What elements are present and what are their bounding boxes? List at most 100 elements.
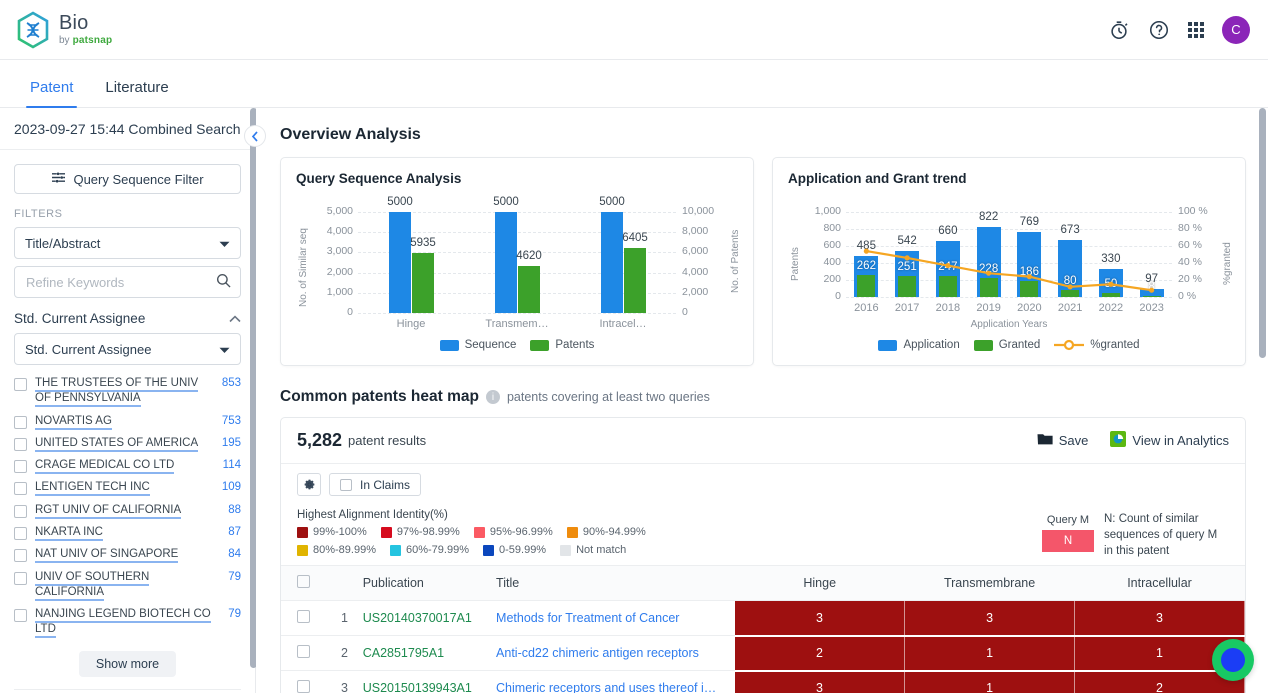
assignee-facet-item[interactable]: LENTIGEN TECH INC 109: [14, 476, 241, 498]
column-publication[interactable]: Publication: [362, 565, 497, 602]
bar-patents[interactable]: [518, 266, 540, 313]
assignee-name[interactable]: RGT UNIV OF CALIFORNIA: [35, 503, 220, 519]
row-title[interactable]: Anti-cd22 chimeric antigen receptors: [496, 635, 735, 672]
legend-item[interactable]: Patents: [530, 339, 594, 351]
heatmap-cell[interactable]: 3: [734, 670, 906, 693]
bar-sequence[interactable]: [601, 212, 623, 313]
assignee-facet-item[interactable]: NKARTA INC 87: [14, 521, 241, 543]
assignee-name[interactable]: CRAGE MEDICAL CO LTD: [35, 458, 215, 475]
assignee-checkbox[interactable]: [14, 437, 27, 451]
row-checkbox[interactable]: [297, 610, 311, 624]
assignee-section-header[interactable]: Std. Current Assignee: [14, 311, 241, 326]
row-title[interactable]: Chimeric receptors and uses thereof i…: [496, 670, 735, 693]
row-publication[interactable]: US20140370017A1: [362, 600, 497, 637]
refine-keywords-box[interactable]: [14, 266, 241, 298]
bar-granted[interactable]: [898, 275, 917, 297]
column-transmembrane[interactable]: Transmembrane: [904, 565, 1075, 602]
chat-support-button[interactable]: [1212, 639, 1254, 681]
assignee-name[interactable]: UNIV OF SOUTHERN CALIFORNIA: [35, 570, 220, 601]
help-icon[interactable]: [1148, 19, 1170, 41]
column-hinge[interactable]: Hinge: [734, 565, 905, 602]
tab-literature[interactable]: Literature: [89, 79, 184, 107]
bar-application[interactable]: [1058, 239, 1083, 297]
row-checkbox-cell[interactable]: [281, 600, 327, 637]
table-row[interactable]: 2 CA2851795A1 Anti-cd22 chimeric antigen r…: [281, 635, 1245, 672]
assignee-checkbox[interactable]: [14, 378, 27, 391]
row-checkbox[interactable]: [297, 645, 311, 659]
assignee-facet-item[interactable]: RGT UNIV OF CALIFORNIA 88: [14, 499, 241, 521]
row-checkbox-cell[interactable]: [281, 670, 327, 693]
assignee-select[interactable]: Std. Current Assignee: [14, 333, 241, 365]
field-select[interactable]: Title/Abstract: [14, 227, 241, 259]
bar-granted[interactable]: [1061, 290, 1080, 297]
bar-granted[interactable]: [1020, 281, 1039, 297]
assignee-checkbox[interactable]: [14, 415, 27, 429]
bar-granted[interactable]: [938, 276, 957, 297]
assignee-name[interactable]: UNITED STATES OF AMERICA: [35, 436, 214, 452]
assignee-name[interactable]: THE TRUSTEES OF THE UNIV OF PENNSYLVANIA: [35, 376, 214, 408]
legend-item[interactable]: Sequence: [439, 339, 516, 351]
view-in-analytics-button[interactable]: View in Analytics: [1110, 431, 1229, 450]
in-claims-toggle[interactable]: In Claims: [329, 473, 422, 496]
assignee-checkbox[interactable]: [14, 504, 27, 518]
query-sequence-filter-button[interactable]: Query Sequence Filter: [14, 164, 241, 194]
timer-icon[interactable]: [1108, 19, 1130, 41]
settings-gear-button[interactable]: [297, 473, 321, 496]
bar-sequence[interactable]: [495, 212, 517, 313]
assignee-name[interactable]: LENTIGEN TECH INC: [35, 480, 214, 497]
assignee-checkbox[interactable]: [14, 482, 27, 496]
table-row[interactable]: 3 US20150139943A1 Chimeric receptors and u…: [281, 670, 1245, 693]
row-title[interactable]: Methods for Treatment of Cancer: [496, 600, 735, 637]
assignee-name[interactable]: NOVARTIS AG: [35, 414, 214, 430]
title-link[interactable]: Chimeric receptors and uses thereof i…: [496, 681, 735, 693]
app-logo[interactable]: Bio by patsnap: [16, 11, 112, 49]
row-checkbox[interactable]: [297, 680, 311, 693]
main-scrollbar[interactable]: [1259, 108, 1266, 693]
info-icon[interactable]: i: [485, 390, 500, 404]
in-claims-checkbox[interactable]: [340, 478, 352, 491]
show-more-button[interactable]: Show more: [78, 650, 177, 677]
assignee-checkbox[interactable]: [14, 609, 27, 623]
row-publication[interactable]: US20150139943A1: [362, 670, 497, 693]
assignee-checkbox[interactable]: [14, 571, 27, 585]
assignee-facet-item[interactable]: NOVARTIS AG 753: [14, 410, 241, 432]
heatmap-cell[interactable]: 2: [734, 635, 906, 672]
assignee-facet-item[interactable]: THE TRUSTEES OF THE UNIV OF PENNSYLVANIA…: [14, 372, 241, 410]
title-link[interactable]: Methods for Treatment of Cancer: [496, 611, 735, 625]
assignee-checkbox[interactable]: [14, 460, 27, 474]
bar-patents[interactable]: [412, 253, 434, 313]
assignee-facet-item[interactable]: NAT UNIV OF SINGAPORE 84: [14, 543, 241, 565]
assignee-name[interactable]: NKARTA INC: [35, 525, 220, 541]
assignee-name[interactable]: NANJING LEGEND BIOTECH CO LTD: [35, 607, 220, 639]
legend-item[interactable]: %granted: [1054, 339, 1140, 351]
heatmap-cell[interactable]: 1: [904, 635, 1076, 672]
heatmap-cell[interactable]: 1: [904, 670, 1076, 693]
sidebar-collapse-button[interactable]: [244, 125, 266, 147]
column-title[interactable]: Title: [496, 565, 735, 602]
column-intracellular[interactable]: Intracellular: [1074, 565, 1245, 602]
publication-link[interactable]: US20140370017A1: [363, 611, 472, 625]
bar-granted[interactable]: [1101, 292, 1120, 297]
table-row[interactable]: 1 US20140370017A1 Methods for Treatment of…: [281, 600, 1245, 637]
bar-granted[interactable]: [1142, 296, 1161, 297]
select-all-checkbox[interactable]: [297, 575, 311, 589]
select-all-header[interactable]: [281, 565, 327, 602]
assignee-facet-item[interactable]: CRAGE MEDICAL CO LTD 114: [14, 454, 241, 476]
assignee-checkbox[interactable]: [14, 526, 27, 540]
tab-patent[interactable]: Patent: [14, 79, 89, 108]
bar-sequence[interactable]: [389, 212, 411, 313]
avatar[interactable]: C: [1222, 15, 1250, 44]
publication-link[interactable]: CA2851795A1: [363, 646, 444, 660]
apps-grid-icon[interactable]: [1188, 21, 1204, 38]
title-link[interactable]: Anti-cd22 chimeric antigen receptors: [496, 646, 735, 660]
bar-patents[interactable]: [624, 248, 646, 313]
save-button[interactable]: Save: [1037, 432, 1088, 449]
row-publication[interactable]: CA2851795A1: [362, 635, 497, 672]
assignee-name[interactable]: NAT UNIV OF SINGAPORE: [35, 547, 220, 564]
refine-keywords-input[interactable]: [24, 273, 216, 291]
heatmap-cell[interactable]: 3: [904, 600, 1076, 637]
search-icon[interactable]: [216, 273, 231, 291]
legend-item[interactable]: Granted: [973, 339, 1040, 351]
bar-granted[interactable]: [979, 277, 998, 297]
assignee-facet-item[interactable]: UNITED STATES OF AMERICA 195: [14, 432, 241, 454]
